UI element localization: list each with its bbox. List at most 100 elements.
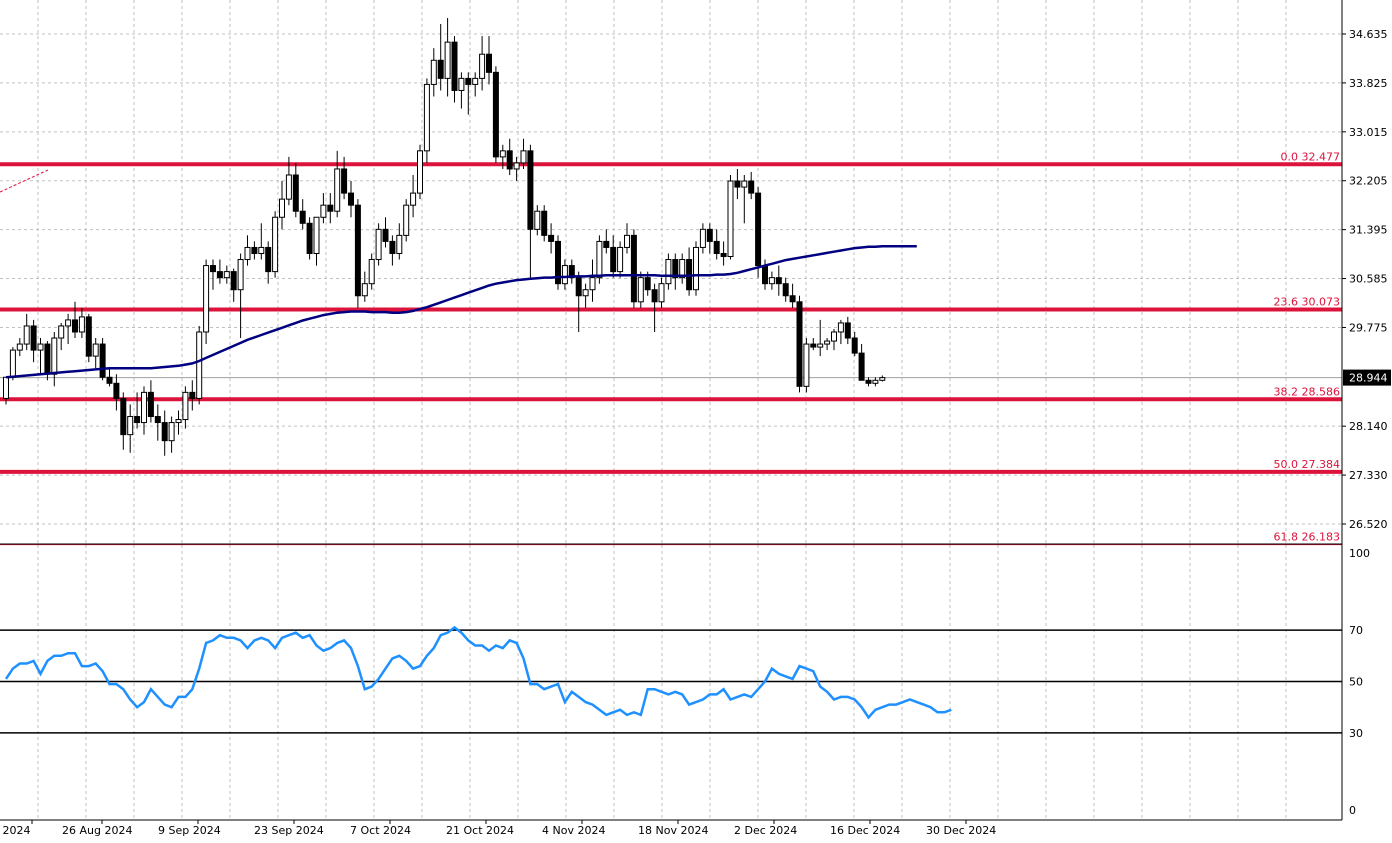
candle-body <box>713 240 720 254</box>
price-tick-label: 30.585 <box>1349 273 1388 286</box>
price-tick-label: 33.015 <box>1349 126 1388 139</box>
candle-body <box>410 192 417 206</box>
candle-body <box>292 174 299 212</box>
candle-body <box>499 150 506 158</box>
candle <box>382 217 389 248</box>
candle <box>837 319 844 345</box>
rsi-tick-label: 0 <box>1349 804 1356 817</box>
candle-body <box>210 265 216 273</box>
candle <box>265 241 272 284</box>
candle <box>603 229 610 254</box>
candle <box>423 78 430 163</box>
candle-body <box>244 246 251 261</box>
candle <box>154 404 161 441</box>
candle <box>292 162 299 218</box>
candle <box>223 265 230 284</box>
candle-body <box>589 277 596 291</box>
candle-body <box>44 343 51 375</box>
candle <box>161 410 168 456</box>
candle-body <box>872 379 879 384</box>
candle <box>796 295 803 393</box>
candle <box>85 313 92 363</box>
candle-body <box>327 204 334 212</box>
candle <box>251 241 258 260</box>
candle <box>30 319 37 363</box>
fib-level-label: 38.2 28.586 <box>1274 385 1340 398</box>
candle <box>851 331 858 357</box>
candle <box>561 259 568 290</box>
candle-body <box>203 265 210 333</box>
candle-body <box>58 325 65 339</box>
candle <box>272 211 279 278</box>
candle-body <box>851 337 858 354</box>
time-tick-label: 30 Dec 2024 <box>926 824 996 837</box>
candle-body <box>9 349 16 378</box>
candle <box>37 338 44 375</box>
candle <box>182 386 189 429</box>
candle <box>775 265 782 296</box>
candle-body <box>175 419 182 424</box>
candle-body <box>154 416 161 424</box>
candle <box>679 253 686 284</box>
rsi-tick-label: 70 <box>1349 624 1363 637</box>
price-tick-label: 31.395 <box>1349 224 1388 237</box>
candle <box>230 268 237 302</box>
candle <box>665 253 672 290</box>
candle-body <box>272 216 279 273</box>
candle-body <box>403 204 410 236</box>
candle <box>817 319 824 357</box>
candle <box>727 174 734 260</box>
candle-body <box>720 252 727 258</box>
candle-body <box>810 343 817 348</box>
rsi-tick-label: 30 <box>1349 727 1363 740</box>
candle <box>803 338 810 393</box>
candle <box>734 168 741 200</box>
candle <box>78 307 85 339</box>
candle <box>486 36 492 85</box>
candle-body <box>548 234 555 242</box>
candle <box>396 223 403 260</box>
candle-body <box>127 416 134 436</box>
candle-body <box>216 271 223 279</box>
candle <box>65 313 72 345</box>
candle <box>51 331 58 387</box>
candle <box>810 338 817 351</box>
candle-body <box>430 59 437 85</box>
candle-body <box>768 277 775 285</box>
candle <box>127 404 134 453</box>
candle-body <box>879 377 886 381</box>
time-tick-label: g 2024 <box>0 824 30 837</box>
time-tick-label: 16 Dec 2024 <box>830 824 900 837</box>
candlestick-series <box>3 17 886 456</box>
candle <box>630 229 637 308</box>
candle <box>858 344 865 381</box>
candle-body <box>313 216 320 254</box>
candle-body <box>755 192 762 267</box>
candle <box>755 187 762 278</box>
candle <box>624 223 630 254</box>
candle <box>444 17 451 97</box>
candle <box>313 216 320 266</box>
candle-body <box>665 259 672 285</box>
candle <box>789 283 796 308</box>
chart-canvas: 34.635 33.825 33.015 32.205 31.395 30.585 29.7… <box>0 0 1391 837</box>
candle-body <box>265 246 272 273</box>
candle <box>141 386 147 435</box>
candle <box>389 235 396 266</box>
candle-body <box>789 295 796 303</box>
candle-body <box>78 316 85 333</box>
price-tick-label: 33.825 <box>1349 77 1388 90</box>
candle-body <box>465 77 472 85</box>
candle <box>451 36 458 103</box>
candle-body <box>423 83 430 152</box>
candle-body <box>658 283 665 303</box>
candle-body <box>99 343 106 378</box>
candle-body <box>748 180 755 194</box>
candle <box>513 156 520 182</box>
candle-body <box>168 422 175 442</box>
candle <box>327 193 334 224</box>
candle-body <box>320 204 327 218</box>
candle <box>768 271 775 290</box>
candle-body <box>603 240 610 248</box>
candle <box>237 253 244 339</box>
